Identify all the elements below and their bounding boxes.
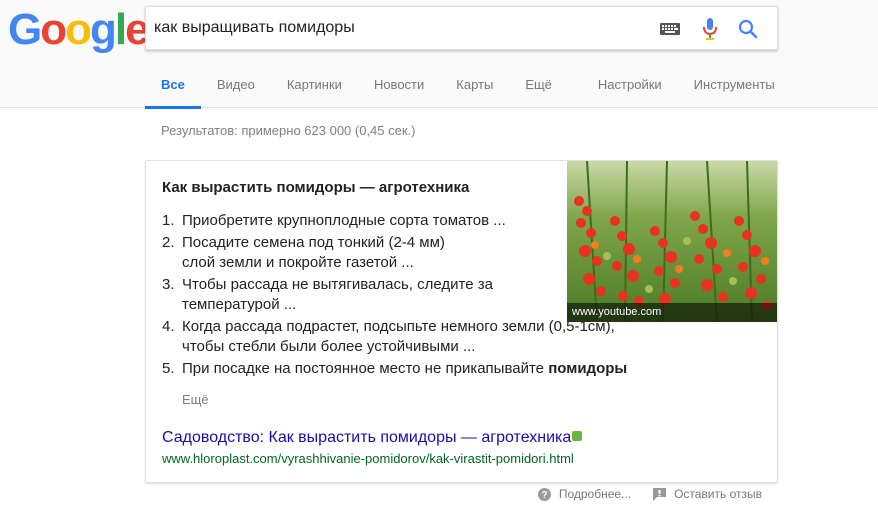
tab-more[interactable]: Ещё [509,63,568,108]
keyboard-icon[interactable] [658,17,682,41]
tab-maps[interactable]: Карты [440,63,509,108]
step-text: Посадите семена под тонкий (2-4 мм) слой… [182,234,445,271]
featured-snippet: Как вырастить помидоры — агротехника 1. П… [145,160,778,483]
feedback-link[interactable]: Оставить отзыв [653,487,762,501]
list-item: 2. Посадите семена под тонкий (2-4 мм) сл… [162,233,632,273]
list-item: 1. Приобретите крупноплодные сорта томато… [162,211,632,231]
tab-all[interactable]: Все [145,63,201,109]
search-icon[interactable] [736,17,760,41]
help-icon: ? [537,487,551,501]
snippet-title: Как вырастить помидоры — агротехника [162,179,470,196]
result-title-text: Садоводство: Как вырастить помидоры — аг… [162,429,572,446]
snippet-steps: 1. Приобретите крупноплодные сорта томато… [162,211,632,381]
feedback-icon [653,487,667,501]
step-number: 3. [162,276,175,293]
logo-letter: o [65,5,92,54]
step-text: Чтобы рассада не вытягивалась, следите з… [182,276,493,313]
snippet-image[interactable]: www.youtube.com [567,161,777,322]
google-logo[interactable]: Google [8,5,150,54]
list-item: 4. Когда рассада подрастет, подсыпьте нем… [162,317,632,357]
step-text: Когда рассада подрастет, подсыпьте немно… [182,318,615,355]
tab-images[interactable]: Картинки [271,63,358,108]
more-info-link[interactable]: ? Подробнее... [537,487,632,501]
search-tabs: Все Видео Картинки Новости Карты Ещё Нас… [145,63,791,109]
search-box [145,6,778,50]
more-link[interactable]: Ещё [182,392,209,407]
tab-video[interactable]: Видео [201,63,271,108]
list-item: 3. Чтобы рассада не вытягивалась, следите… [162,275,632,315]
feedback-label: Оставить отзыв [674,487,762,501]
microphone-icon[interactable] [698,17,722,41]
step-text: Приобретите крупноплодные сорта томатов … [182,212,506,229]
amp-icon [572,431,583,441]
tab-settings[interactable]: Настройки [582,63,678,108]
step-text-container: При посадке на постоянное место не прика… [182,359,632,379]
search-header: Google Все Видео Картинки Новости Карты … [0,0,878,109]
tomato-greenhouse-image [567,161,777,322]
more-info-label: Подробнее... [558,487,632,501]
logo-letter: G [8,5,42,54]
results-count: Результатов: примерно 623 000 (0,45 сек.… [161,123,416,138]
logo-letter: o [40,5,67,54]
step-number: 1. [162,212,175,229]
result-url: www.hloroplast.com/vyrashhivanie-pomidor… [162,451,574,466]
step-number: 5. [162,360,175,377]
snippet-footer: ? Подробнее... Оставить отзыв [537,487,762,501]
logo-letter: g [90,5,117,54]
list-item: 5. При посадке на постоянное место не при… [162,359,632,379]
search-input[interactable] [154,17,634,39]
step-text: При посадке на постоянное место не прика… [182,360,549,377]
tab-news[interactable]: Новости [358,63,440,108]
logo-letter: l [114,5,127,54]
step-bold-text: помидоры [548,360,628,377]
result-title-link[interactable]: Садоводство: Как вырастить помидоры — аг… [162,429,583,447]
step-number: 4. [162,318,175,335]
svg-text:?: ? [541,490,547,501]
image-caption: www.youtube.com [567,303,777,322]
step-number: 2. [162,234,175,251]
tab-tools[interactable]: Инструменты [678,63,791,108]
